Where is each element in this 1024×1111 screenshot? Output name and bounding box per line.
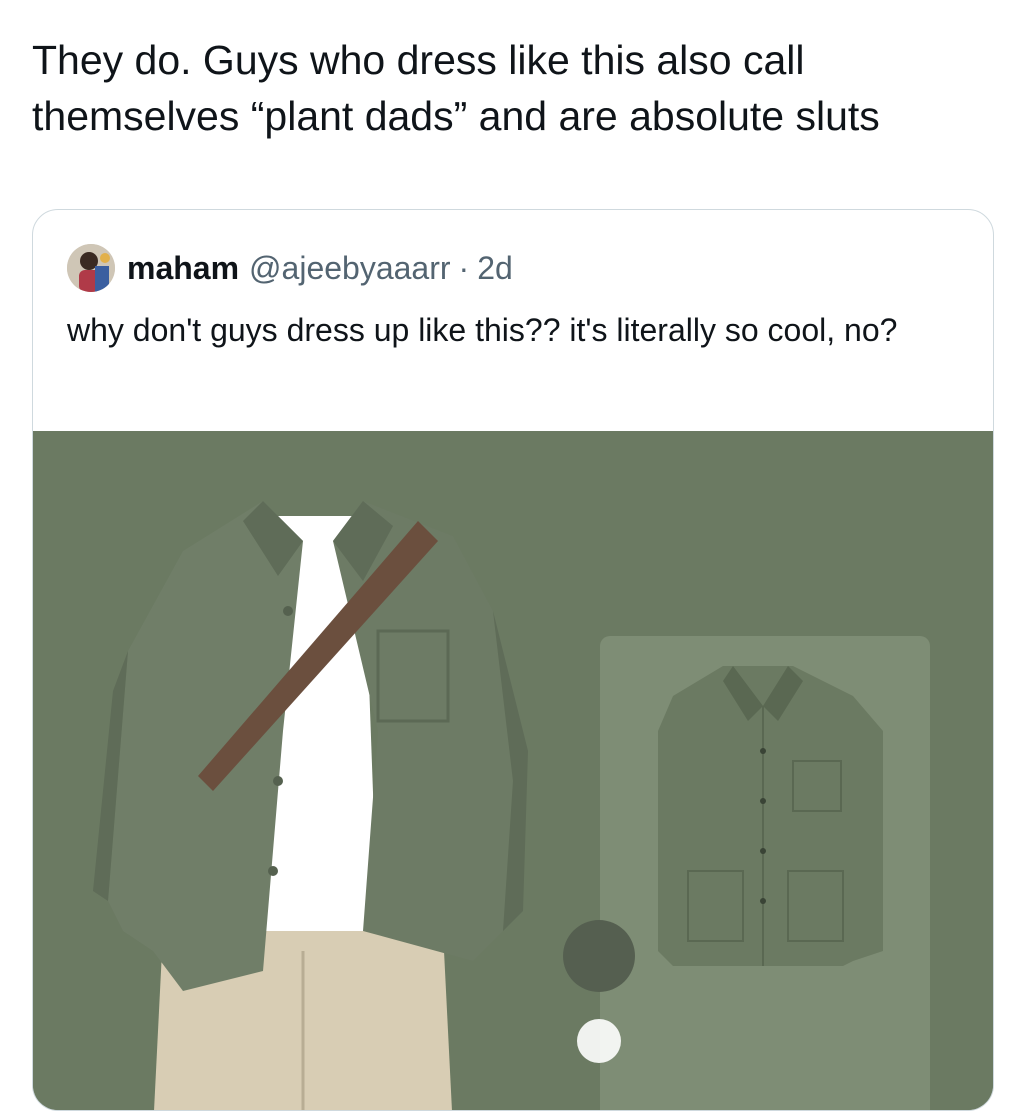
quoted-tweet-card[interactable]: maham @ajeebyaaarr · 2d why don't guys d… [32,209,994,1111]
tweet-text: They do. Guys who dress like this also c… [32,37,880,139]
author-handle[interactable]: @ajeebyaaarr [249,250,450,287]
avatar[interactable] [67,244,115,292]
quoted-tweet-image[interactable] [33,431,993,1110]
quoted-tweet-text: why don't guys dress up like this?? it's… [67,312,898,348]
profile-photo-icon [67,244,115,292]
separator-dot: · [458,249,470,286]
quoted-tweet-header: maham @ajeebyaaarr · 2d [67,242,513,294]
outfit-photo [33,431,993,1110]
color-swatch [563,920,635,992]
timestamp[interactable]: 2d [477,250,513,287]
author-name[interactable]: maham [127,250,239,287]
